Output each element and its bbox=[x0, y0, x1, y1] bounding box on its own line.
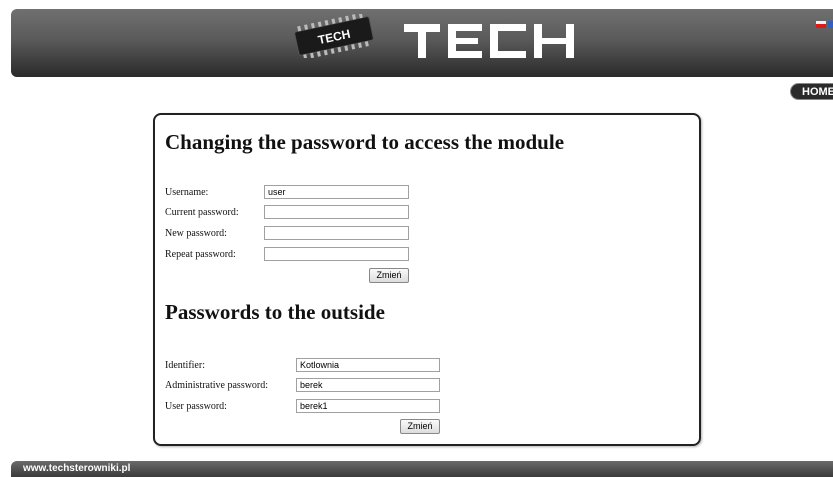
change-password-button[interactable]: Zmień bbox=[369, 268, 409, 283]
footer-bar: www.techsterowniki.pl bbox=[11, 461, 833, 477]
identifier-input[interactable] bbox=[296, 358, 440, 372]
settings-panel bbox=[153, 113, 701, 446]
tech-logo-text bbox=[404, 24, 574, 58]
user-password-input[interactable] bbox=[296, 399, 440, 413]
repeat-password-input[interactable] bbox=[264, 247, 409, 261]
repeat-password-label: Repeat password: bbox=[165, 249, 236, 260]
tech-chip-logo-icon: TECH bbox=[294, 14, 374, 58]
pl-flag-icon[interactable] bbox=[816, 21, 826, 28]
outside-section-title: Passwords to the outside bbox=[165, 300, 385, 324]
change-outside-password-button[interactable]: Zmień bbox=[400, 419, 440, 434]
new-password-input[interactable] bbox=[264, 226, 409, 240]
user-password-label: User password: bbox=[165, 401, 227, 412]
password-section-title: Changing the password to access the modu… bbox=[165, 130, 565, 154]
new-password-label: New password: bbox=[165, 228, 227, 239]
uk-flag-icon[interactable] bbox=[828, 21, 833, 28]
identifier-label: Identifier: bbox=[165, 360, 205, 371]
current-password-input[interactable] bbox=[264, 205, 409, 219]
username-input[interactable] bbox=[264, 185, 409, 199]
username-label: Username: bbox=[165, 187, 209, 198]
home-button[interactable]: HOME bbox=[790, 83, 833, 100]
current-password-label: Current password: bbox=[165, 207, 239, 218]
footer-site-link[interactable]: www.techsterowniki.pl bbox=[23, 463, 130, 474]
admin-password-input[interactable] bbox=[296, 378, 440, 392]
admin-password-label: Administrative password: bbox=[165, 380, 269, 391]
